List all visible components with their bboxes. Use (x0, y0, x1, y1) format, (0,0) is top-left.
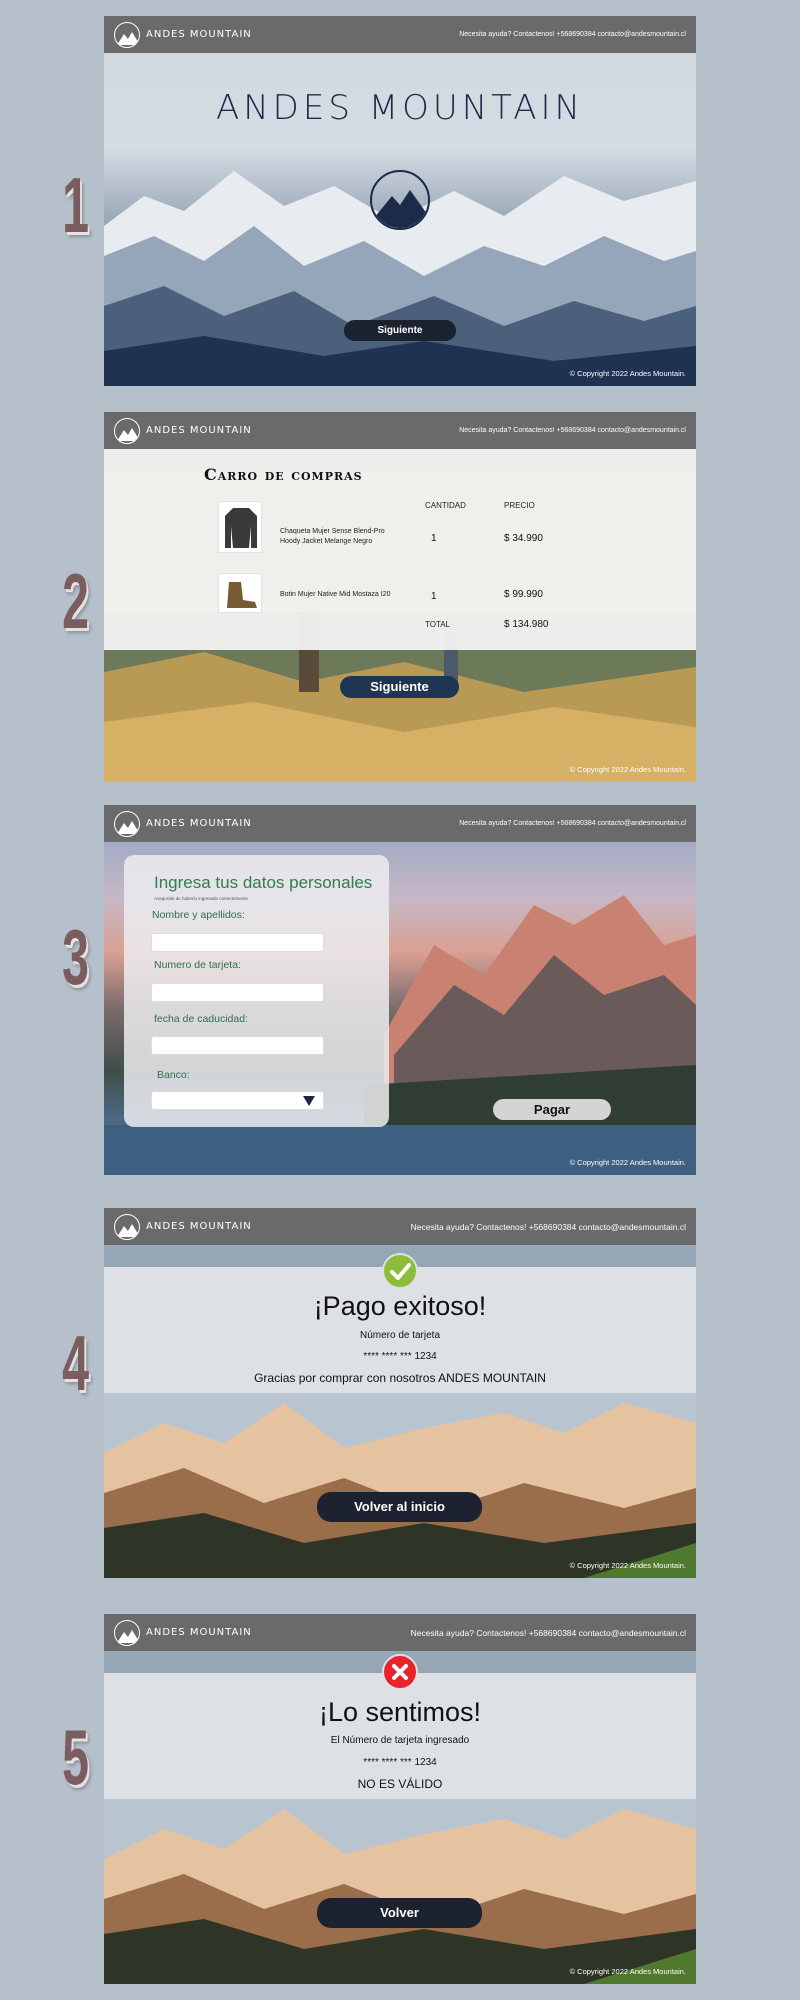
form-subtitle: Asegurate de haberlo ingresado correctam… (154, 896, 249, 901)
mountain-logo-icon (114, 1213, 140, 1240)
brand-name: ANDES MOUNTAIN (146, 818, 252, 829)
brand-name: ANDES MOUNTAIN (146, 425, 252, 436)
copyright: © Copyright 2022 Andes Mountain. (569, 1561, 686, 1570)
top-bar: ANDES MOUNTAIN Necesita ayuda? Contacten… (104, 805, 696, 842)
dropdown-arrow-icon (303, 1096, 315, 1106)
total-label: TOTAL (425, 620, 451, 629)
invalid-message: NO ES VÁLIDO (357, 1777, 443, 1791)
mountain-logo-icon (114, 810, 140, 837)
check-icon (382, 1253, 418, 1289)
top-bar: ANDES MOUNTAIN Necesita ayuda? Contacten… (104, 1208, 696, 1245)
step-number-1: 1 (62, 161, 89, 249)
item-quantity: 1 (431, 533, 437, 544)
screen-payment-form: ANDES MOUNTAIN Necesita ayuda? Contacten… (104, 805, 696, 1175)
screen-cart: ANDES MOUNTAIN Necesita ayuda? Contacten… (104, 412, 696, 782)
top-bar: ANDES MOUNTAIN Necesita ayuda? Contacten… (104, 412, 696, 449)
item-quantity: 1 (431, 591, 437, 602)
top-bar: ANDES MOUNTAIN Necesita ayuda? Contacten… (104, 16, 696, 53)
brand[interactable]: ANDES MOUNTAIN (114, 21, 252, 48)
bank-select[interactable] (151, 1091, 324, 1110)
brand-name: ANDES MOUNTAIN (146, 1627, 252, 1638)
brand-name: ANDES MOUNTAIN (146, 29, 252, 40)
card-label: Número de tarjeta (359, 1330, 441, 1341)
cart-title: Carro de compras (204, 465, 363, 484)
success-title: ¡Pago exitoso! (313, 1291, 487, 1321)
sunset-mountain-background (104, 1799, 696, 1984)
screen-payment-success: ANDES MOUNTAIN Necesita ayuda? Contacten… (104, 1208, 696, 1578)
top-bar: ANDES MOUNTAIN Necesita ayuda? Contacten… (104, 1614, 696, 1651)
item-name: Chaqueta Mujer Sense Blend-Pro Hoody Jac… (280, 528, 385, 545)
bank-label: Banco: (157, 1069, 190, 1081)
hero-title: ANDES MOUNTAIN (215, 88, 584, 128)
item-price: $ 99.990 (504, 589, 543, 600)
brand[interactable]: ANDES MOUNTAIN (114, 1619, 252, 1646)
boot-image (218, 573, 262, 613)
card-number-masked: **** **** *** 1234 (363, 1757, 437, 1768)
next-button[interactable]: Siguiente (340, 676, 459, 698)
error-x-icon (382, 1654, 418, 1690)
sunset-mountain-background (104, 1393, 696, 1578)
next-button[interactable]: Siguiente (344, 320, 456, 341)
mountain-logo-icon (114, 1619, 140, 1646)
error-title: ¡Lo sentimos! (318, 1697, 482, 1727)
mountain-logo-icon (114, 417, 140, 444)
brand-name: ANDES MOUNTAIN (146, 1221, 252, 1232)
back-button[interactable]: Volver (317, 1898, 482, 1928)
contact-info: Necesita ayuda? Contactenos! +568690384 … (459, 427, 686, 434)
form-title: Ingresa tus datos personales (154, 873, 373, 892)
thanks-message: Gracias por comprar con nosotros ANDES M… (254, 1371, 546, 1385)
contact-info: Necesita ayuda? Contactenos! +568690384 … (459, 820, 686, 827)
brand[interactable]: ANDES MOUNTAIN (114, 417, 252, 444)
jacket-image (218, 501, 262, 553)
cart-panel: Carro de compras CANTIDAD PRECIO Chaquet… (104, 449, 696, 650)
home-button[interactable]: Volver al inicio (317, 1492, 482, 1522)
brand[interactable]: ANDES MOUNTAIN (114, 1213, 252, 1240)
expiry-input[interactable] (151, 1036, 324, 1055)
step-number-5: 5 (62, 1713, 89, 1801)
name-label: Nombre y apellidos: (152, 909, 245, 921)
copyright: © Copyright 2022 Andes Mountain. (569, 1967, 686, 1976)
expiry-label: fecha de caducidad: (154, 1013, 248, 1025)
copyright: © Copyright 2022 Andes Mountain. (569, 1158, 686, 1167)
mountain-logo-icon (370, 170, 430, 230)
step-number-2: 2 (62, 557, 89, 645)
screen-welcome: ANDES MOUNTAIN Necesita ayuda? Contacten… (104, 16, 696, 386)
payment-form-panel: Ingresa tus datos personales Asegurate d… (124, 855, 389, 1127)
brand[interactable]: ANDES MOUNTAIN (114, 810, 252, 837)
step-number-3: 3 (62, 913, 89, 1001)
contact-info: Necesita ayuda? Contactenos! +568690384 … (459, 31, 686, 38)
name-input[interactable] (151, 933, 324, 952)
mountain-logo-icon (114, 21, 140, 48)
card-number-input[interactable] (151, 983, 324, 1002)
contact-info: Necesita ayuda? Contactenos! +568690384 … (410, 1627, 686, 1638)
pay-button[interactable]: Pagar (493, 1099, 611, 1120)
card-label: El Número de tarjeta ingresado (330, 1735, 470, 1746)
item-name: Botin Mujer Native Mid Mostaza I20 (280, 591, 391, 598)
screen-payment-error: ANDES MOUNTAIN Necesita ayuda? Contacten… (104, 1614, 696, 1984)
copyright: © Copyright 2022 Andes Mountain. (569, 765, 686, 774)
step-number-4: 4 (62, 1319, 89, 1407)
item-price: $ 34.990 (504, 533, 543, 544)
price-header: PRECIO (504, 501, 535, 510)
card-number-label: Numero de tarjeta: (154, 959, 241, 971)
total-value: $ 134.980 (504, 619, 549, 630)
quantity-header: CANTIDAD (425, 501, 466, 510)
copyright: © Copyright 2022 Andes Mountain. (569, 369, 686, 378)
card-number-masked: **** **** *** 1234 (363, 1351, 437, 1362)
contact-info: Necesita ayuda? Contactenos! +568690384 … (410, 1221, 686, 1232)
